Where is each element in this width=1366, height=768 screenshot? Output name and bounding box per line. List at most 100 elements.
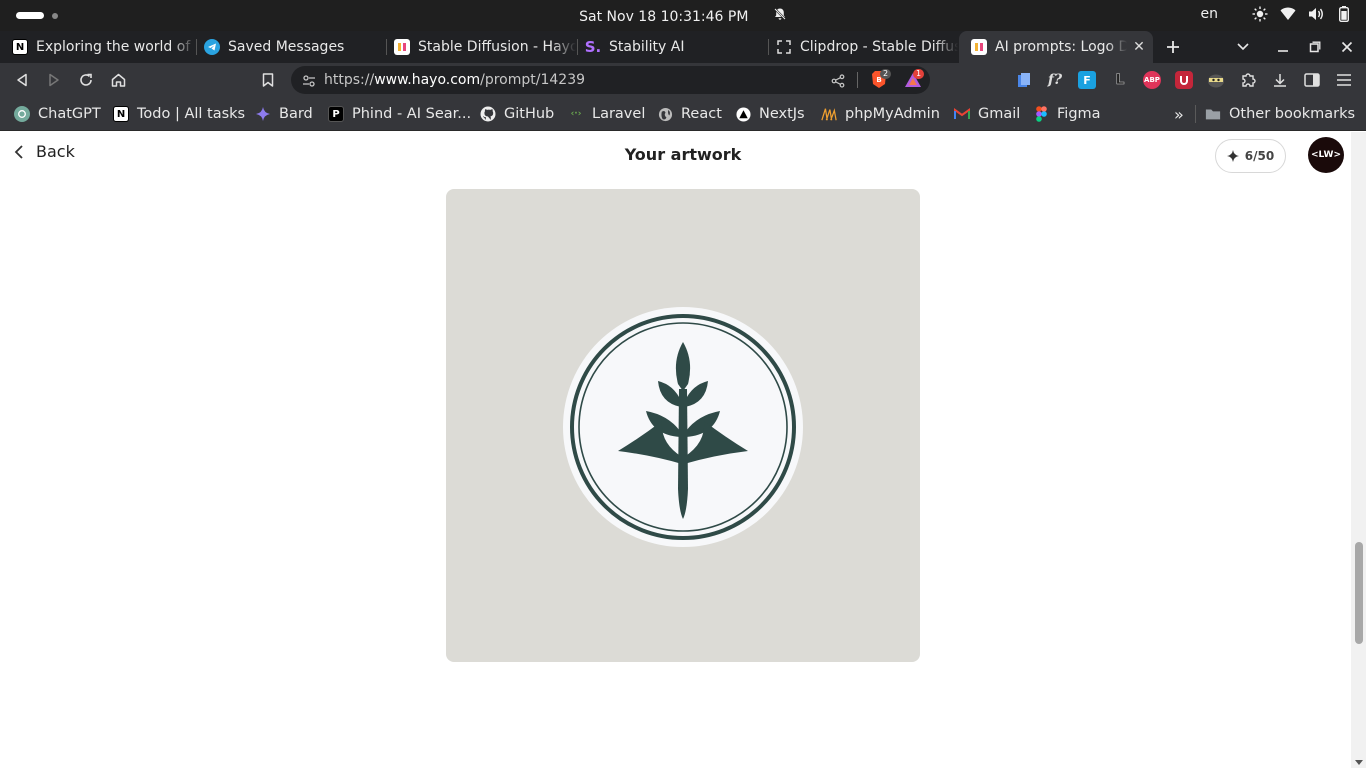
sidebar-toggle-icon[interactable]: [1303, 71, 1321, 89]
avatar[interactable]: <LW>: [1308, 137, 1344, 173]
telegram-icon: [204, 39, 220, 55]
hayo-icon: [394, 39, 410, 55]
extensions-puzzle-icon[interactable]: [1239, 71, 1257, 89]
artwork-image[interactable]: [446, 189, 920, 662]
avatar-text: <LW>: [1310, 150, 1342, 160]
brightness-icon: [1252, 6, 1268, 22]
ublock-icon[interactable]: [1175, 71, 1193, 89]
datetime-text: Sat Nov 18 10:31:46 PM: [579, 9, 749, 25]
tab-title: Stability AI: [609, 39, 685, 55]
url-path: /prompt/14239: [480, 72, 586, 88]
bookmark-label: Phind - AI Sear...: [352, 106, 472, 122]
tab-clipdrop[interactable]: Clipdrop - Stable Diffus: [764, 31, 958, 63]
system-tray[interactable]: en: [1201, 6, 1353, 22]
bookmarks-overflow-button[interactable]: »: [1174, 103, 1184, 125]
ext-font-finder-icon[interactable]: f?: [1046, 71, 1064, 89]
tab-stable-diffusion-hayo[interactable]: Stable Diffusion - Hayo: [382, 31, 576, 63]
back-nav-button[interactable]: [6, 63, 38, 97]
bookmark-label: Figma: [1057, 106, 1101, 122]
site-settings-icon[interactable]: [302, 73, 316, 92]
reload-icon: [80, 73, 92, 86]
new-tab-button[interactable]: [1160, 31, 1186, 63]
adblock-plus-icon[interactable]: ABP: [1143, 71, 1161, 89]
figma-icon: [1033, 106, 1049, 122]
clipdrop-icon: [776, 39, 792, 55]
url-host: www.hayo.com: [374, 72, 481, 88]
ext-letter-icon[interactable]: L: [1111, 71, 1129, 89]
bookmark-bard[interactable]: Bard: [255, 103, 313, 125]
phind-icon: P: [328, 106, 344, 122]
folder-icon: [1205, 106, 1221, 122]
chatgpt-icon: [14, 106, 30, 122]
bookmark-nextjs[interactable]: NextJs: [735, 103, 805, 125]
minimize-icon: [1278, 50, 1288, 52]
share-icon[interactable]: [831, 73, 845, 92]
tab-strip: N Exploring the world of Saved Messages …: [0, 31, 1366, 63]
address-bar[interactable]: https://www.hayo.com/prompt/14239 B 2 1: [291, 66, 930, 94]
omnibox-divider: [857, 72, 858, 88]
back-arrow-icon: [17, 73, 27, 87]
maximize-button[interactable]: [1302, 31, 1328, 63]
bookmark-chatgpt[interactable]: ChatGPT: [14, 103, 101, 125]
page-content: Back Your artwork 6/50 <LW>: [0, 132, 1351, 768]
gmail-icon: [954, 106, 970, 122]
tab-notion[interactable]: N Exploring the world of: [0, 31, 196, 63]
bookmark-github[interactable]: GitHub: [480, 103, 554, 125]
tab-title: Clipdrop - Stable Diffus: [800, 39, 958, 55]
system-top-bar: Sat Nov 18 10:31:46 PM en: [0, 0, 1366, 31]
close-icon: [1341, 41, 1353, 53]
minimize-button[interactable]: [1270, 31, 1296, 63]
close-tab-icon[interactable]: ✕: [1131, 39, 1147, 55]
tab-title: Exploring the world of: [36, 39, 191, 55]
bookmark-label: ChatGPT: [38, 106, 101, 122]
url-text: https://www.hayo.com/prompt/14239: [324, 72, 585, 88]
bookmark-react[interactable]: React: [657, 103, 722, 125]
tab-title: Saved Messages: [228, 39, 345, 55]
ext-ninja-icon[interactable]: [1207, 71, 1225, 89]
download-icon[interactable]: [1271, 71, 1289, 89]
wifi-icon: [1280, 6, 1296, 22]
tab-title: Stable Diffusion - Hayo: [418, 39, 576, 55]
url-scheme: https://: [324, 72, 375, 88]
brave-rewards-icon[interactable]: 1: [903, 69, 925, 93]
bookmark-icon: [262, 73, 274, 87]
forward-nav-button[interactable]: [38, 63, 70, 97]
language-indicator[interactable]: en: [1201, 6, 1219, 22]
close-window-button[interactable]: [1334, 31, 1360, 63]
tab-telegram[interactable]: Saved Messages: [192, 31, 386, 63]
bookmark-phpmyadmin[interactable]: phpMyAdmin: [821, 103, 940, 125]
menu-hamburger-icon[interactable]: [1335, 71, 1353, 89]
bookmark-label: Bard: [279, 106, 313, 122]
clock[interactable]: Sat Nov 18 10:31:46 PM: [0, 7, 1366, 25]
ext-docs-icon[interactable]: [1015, 71, 1033, 89]
scrollbar-thumb[interactable]: [1355, 542, 1363, 644]
bookmark-todo[interactable]: N Todo | All tasks: [113, 103, 245, 125]
home-button[interactable]: [102, 63, 134, 97]
bookmark-gmail[interactable]: Gmail: [954, 103, 1020, 125]
tab-search-button[interactable]: [1230, 31, 1256, 63]
bookmark-figma[interactable]: Figma: [1033, 103, 1101, 125]
tab-ai-prompts-active[interactable]: AI prompts: Logo D ✕: [959, 31, 1153, 63]
globe-icon: [657, 106, 673, 122]
ext-figma-icon[interactable]: F: [1078, 71, 1096, 89]
laravel-icon: ‹·›: [570, 109, 582, 119]
bookmark-laravel[interactable]: ‹·› Laravel: [568, 103, 646, 125]
bookmark-page-button[interactable]: [252, 63, 284, 97]
credits-badge[interactable]: 6/50: [1215, 139, 1286, 173]
bookmark-phind[interactable]: P Phind - AI Sear...: [328, 103, 471, 125]
bookmark-label: Laravel: [592, 106, 646, 122]
stability-icon: S.: [584, 38, 602, 56]
brave-shields-icon[interactable]: B 2: [869, 69, 892, 94]
page-scrollbar[interactable]: [1351, 132, 1366, 768]
github-icon: [480, 106, 496, 122]
notion-icon: N: [12, 39, 28, 55]
other-bookmarks-folder[interactable]: Other bookmarks: [1205, 103, 1355, 125]
shields-count-badge: 2: [880, 69, 892, 79]
scroll-down-arrow-icon[interactable]: [1355, 760, 1363, 765]
bookmark-label: GitHub: [504, 106, 555, 122]
volume-icon: [1308, 6, 1324, 22]
chevron-down-icon: [1237, 43, 1249, 51]
bookmarks-bar: ChatGPT N Todo | All tasks Bard P Phind …: [0, 97, 1366, 131]
reload-button[interactable]: [70, 63, 102, 97]
tab-stability-ai[interactable]: S. Stability AI: [573, 31, 767, 63]
